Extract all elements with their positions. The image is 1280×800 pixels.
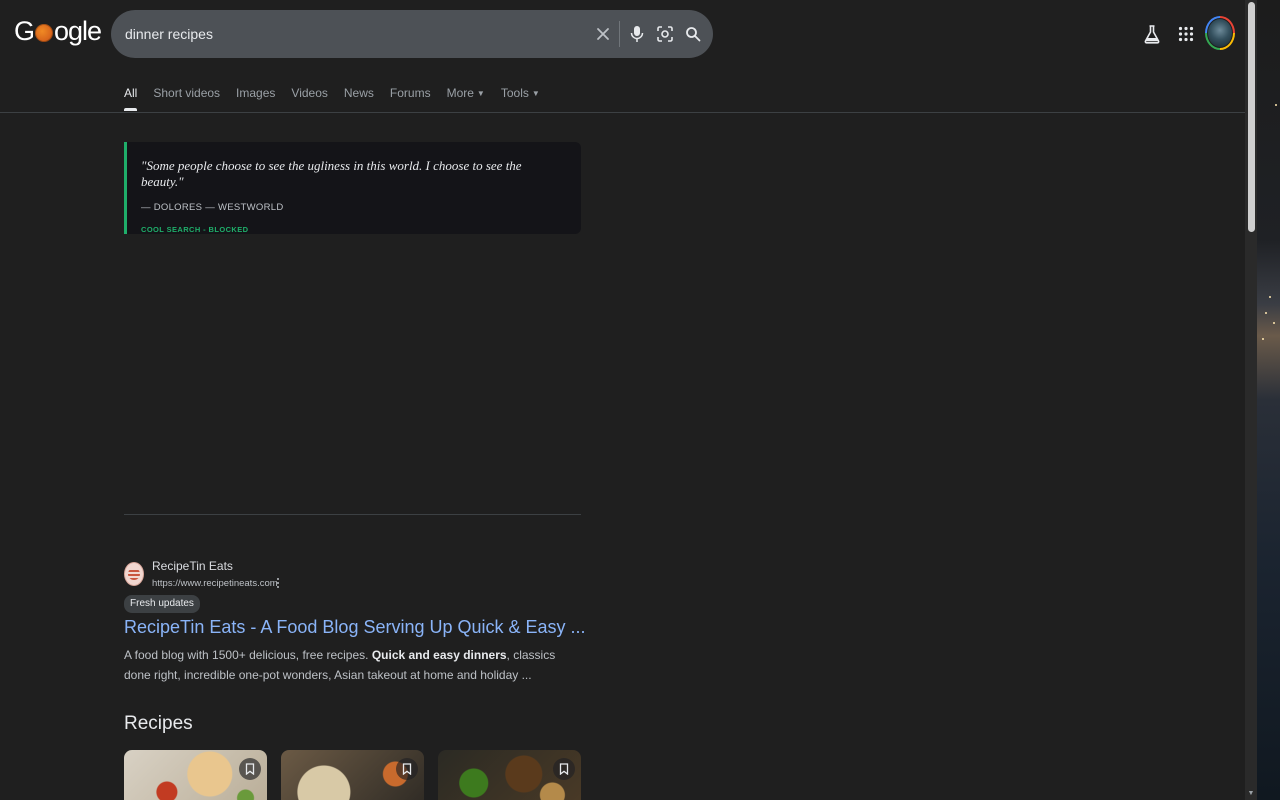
tabs-divider	[0, 112, 1245, 113]
favicon-glyph	[128, 568, 140, 580]
basketball-icon	[35, 23, 54, 42]
quote-attribution: — DOLORES — WESTWORLD	[141, 202, 284, 213]
result-snippet: A food blog with 1500+ delicious, free r…	[124, 648, 556, 682]
search-input[interactable]	[125, 24, 575, 44]
close-icon[interactable]	[591, 22, 615, 46]
microphone-icon[interactable]	[625, 22, 649, 46]
bookmark-icon[interactable]	[239, 758, 261, 780]
caret-down-icon: ▼	[531, 89, 540, 98]
bookmark-icon[interactable]	[553, 758, 575, 780]
tab-news[interactable]: News	[344, 84, 374, 112]
tab-tools[interactable]: Tools ▼	[501, 84, 540, 112]
caret-down-icon: ▼	[476, 89, 485, 98]
tab-images[interactable]: Images	[236, 84, 275, 112]
result-url[interactable]: https://www.recipetineats.com	[152, 578, 278, 589]
logo-letter-g: G	[14, 16, 35, 46]
tab-more[interactable]: More ▼	[447, 84, 485, 112]
bookmark-icon[interactable]	[396, 758, 418, 780]
quote-text: "Some people choose to see the ugliness …	[141, 158, 522, 189]
search-divider	[619, 21, 620, 47]
scrollbar-thumb[interactable]	[1248, 2, 1255, 232]
result-title-link[interactable]: RecipeTin Eats - A Food Blog Serving Up …	[124, 617, 586, 638]
account-avatar[interactable]	[1205, 16, 1235, 50]
content-divider	[124, 514, 581, 515]
flask-icon[interactable]	[1140, 22, 1164, 46]
quote-status: COOL SEARCH - BLOCKED	[141, 225, 249, 234]
search-box	[111, 10, 713, 58]
logo-letters-rest: ogle	[54, 16, 102, 46]
more-options-icon[interactable]	[272, 575, 284, 591]
camera-lens-icon[interactable]	[653, 22, 677, 46]
google-logo[interactable]: Gogle	[14, 16, 102, 47]
tab-forums[interactable]: Forums	[390, 84, 431, 112]
avatar-image	[1207, 18, 1233, 48]
search-icon[interactable]	[681, 22, 705, 46]
scroll-down-arrow-icon[interactable]: ▼	[1247, 790, 1255, 798]
site-favicon[interactable]	[124, 562, 144, 586]
recipe-card[interactable]	[124, 750, 267, 800]
recipes-heading: Recipes	[124, 713, 193, 734]
search-tabs: All Short videos Images Videos News Foru…	[124, 84, 556, 112]
quote-card: "Some people choose to see the ugliness …	[124, 142, 581, 234]
fresh-updates-badge: Fresh updates	[124, 595, 200, 613]
recipe-card[interactable]	[438, 750, 581, 800]
recipe-card[interactable]	[281, 750, 424, 800]
tab-videos[interactable]: Videos	[291, 84, 327, 112]
desktop-background	[1257, 0, 1280, 800]
tab-all[interactable]: All	[124, 84, 138, 112]
result-site-name[interactable]: RecipeTin Eats	[152, 559, 233, 573]
tab-short-videos[interactable]: Short videos	[153, 84, 220, 112]
apps-grid-icon[interactable]	[1174, 22, 1198, 46]
